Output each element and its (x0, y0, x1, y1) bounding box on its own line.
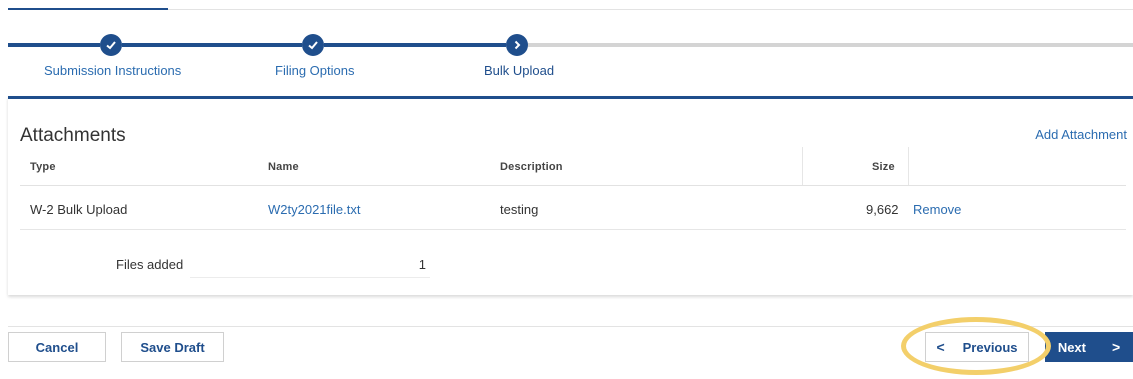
previous-button-label: Previous (962, 339, 1018, 355)
step-connector (122, 43, 302, 47)
files-added-value: 1 (418, 257, 426, 272)
column-header-description: Description (500, 161, 563, 173)
tab-indicator (8, 8, 168, 10)
add-attachment-link[interactable]: Add Attachment (1035, 127, 1127, 142)
save-draft-button[interactable]: Save Draft (121, 332, 224, 362)
cancel-button[interactable]: Cancel (8, 332, 106, 362)
files-added-label: Files added (116, 257, 184, 272)
attachments-title: Attachments (20, 125, 126, 146)
step-2-check-icon (302, 34, 324, 56)
chevron-right-icon: > (1112, 339, 1121, 355)
step-connector (8, 43, 100, 47)
footer-divider (8, 326, 1133, 327)
attachments-panel: Attachments Add Attachment Type Name Des… (8, 96, 1133, 295)
column-header-type: Type (30, 161, 56, 173)
step-3-chevron-right-icon (506, 34, 528, 56)
cell-type: W-2 Bulk Upload (30, 202, 128, 217)
cancel-button-label: Cancel (35, 339, 79, 355)
progress-stepper: Submission Instructions Filing Options B… (0, 30, 1133, 90)
chevron-left-icon: < (936, 339, 945, 355)
remove-link[interactable]: Remove (913, 202, 961, 217)
step-connector-pending (528, 43, 1133, 47)
save-draft-button-label: Save Draft (140, 339, 205, 355)
previous-button[interactable]: < Previous (925, 332, 1029, 362)
cell-size: 9,662 (866, 202, 899, 217)
table-header: Type Name Description Size (20, 147, 1126, 186)
files-added-field: 1 (190, 249, 430, 278)
next-button-label: Next (1057, 339, 1086, 355)
step-label-submission-instructions[interactable]: Submission Instructions (44, 63, 181, 78)
next-button[interactable]: Next > (1045, 332, 1133, 362)
column-header-name: Name (268, 161, 299, 173)
step-1-check-icon (100, 34, 122, 56)
table-row: W-2 Bulk Upload W2ty2021file.txt testing… (20, 187, 1126, 230)
step-connector (324, 43, 506, 47)
divider (168, 9, 1133, 10)
column-divider (802, 147, 803, 185)
cell-description: testing (500, 202, 539, 217)
step-label-filing-options[interactable]: Filing Options (275, 63, 354, 78)
step-label-bulk-upload: Bulk Upload (484, 63, 555, 78)
page: Submission Instructions Filing Options B… (0, 0, 1133, 379)
column-header-size: Size (872, 161, 895, 173)
file-name-link[interactable]: W2ty2021file.txt (268, 202, 361, 217)
column-divider (908, 147, 909, 185)
